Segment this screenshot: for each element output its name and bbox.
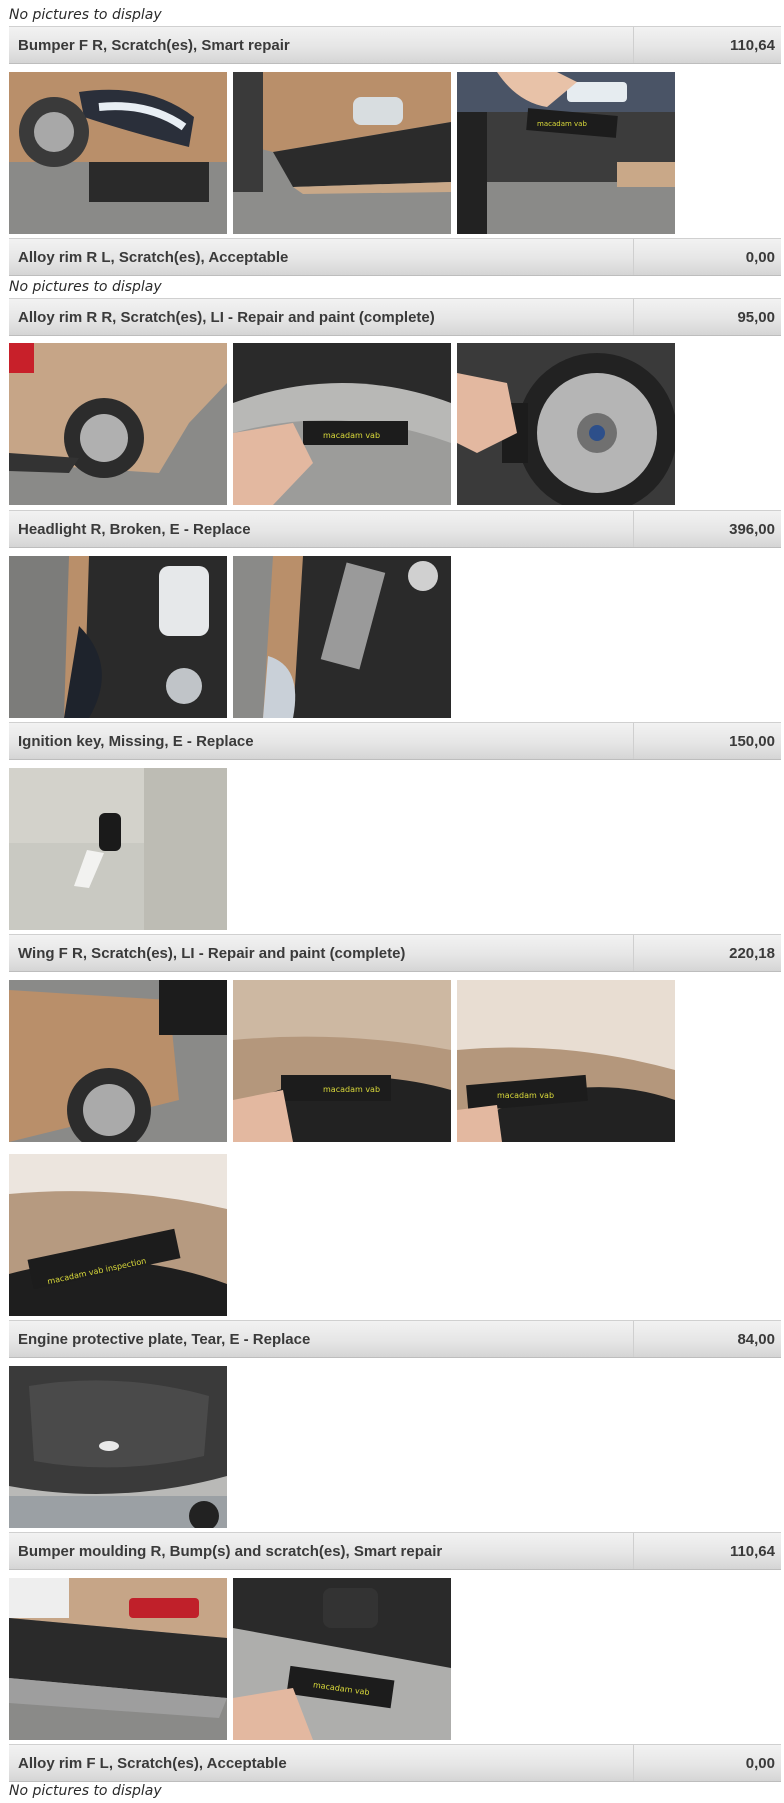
- damage-price: 110,64: [633, 27, 781, 63]
- photo-thumbnail[interactable]: [457, 343, 675, 505]
- damage-description: Ignition key, Missing, E - Replace: [18, 732, 254, 750]
- photo-thumbnail[interactable]: [233, 72, 451, 234]
- damage-row: Bumper moulding R, Bump(s) and scratch(e…: [9, 1532, 781, 1570]
- damage-description: Headlight R, Broken, E - Replace: [18, 520, 251, 538]
- damage-description: Alloy rim R R, Scratch(es), LI - Repair …: [18, 308, 435, 326]
- damage-price: 220,18: [633, 935, 781, 971]
- photo-thumbnail[interactable]: [233, 556, 451, 718]
- damage-row: Alloy rim F L, Scratch(es), Acceptable 0…: [9, 1744, 781, 1782]
- damage-price: 110,64: [633, 1533, 781, 1569]
- damage-row: Bumper F R, Scratch(es), Smart repair 11…: [9, 26, 781, 64]
- damage-row: Ignition key, Missing, E - Replace 150,0…: [9, 722, 781, 760]
- photo-thumbnail[interactable]: macadam vab: [233, 980, 451, 1142]
- no-pictures-note: No pictures to display: [9, 7, 162, 23]
- svg-text:macadam vab: macadam vab: [323, 1085, 380, 1094]
- photo-thumbnail[interactable]: macadam vab: [233, 1578, 451, 1740]
- no-pictures-note: No pictures to display: [9, 279, 162, 295]
- damage-description: Alloy rim F L, Scratch(es), Acceptable: [18, 1754, 287, 1772]
- damage-price: 0,00: [633, 239, 781, 275]
- photo-thumbnail[interactable]: [9, 980, 227, 1142]
- damage-row: Wing F R, Scratch(es), LI - Repair and p…: [9, 934, 781, 972]
- damage-price: 150,00: [633, 723, 781, 759]
- damage-report: No pictures to display Bumper F R, Scrat…: [0, 0, 784, 1803]
- photo-thumbnail[interactable]: macadam vab inspection: [9, 1154, 227, 1316]
- damage-description: Bumper F R, Scratch(es), Smart repair: [18, 36, 290, 54]
- photo-thumbnail[interactable]: macadam vab: [457, 72, 675, 234]
- photo-thumbnail[interactable]: [9, 343, 227, 505]
- photo-thumbnail[interactable]: [9, 768, 227, 930]
- svg-text:macadam vab: macadam vab: [323, 431, 380, 440]
- damage-row: Engine protective plate, Tear, E - Repla…: [9, 1320, 781, 1358]
- damage-price: 396,00: [633, 511, 781, 547]
- photo-thumbnail[interactable]: [9, 1578, 227, 1740]
- svg-text:macadam vab: macadam vab: [497, 1091, 554, 1100]
- damage-row: Alloy rim R R, Scratch(es), LI - Repair …: [9, 298, 781, 336]
- damage-row: Headlight R, Broken, E - Replace 396,00: [9, 510, 781, 548]
- photo-thumbnail[interactable]: [9, 1366, 227, 1528]
- damage-description: Wing F R, Scratch(es), LI - Repair and p…: [18, 944, 406, 962]
- damage-description: Alloy rim R L, Scratch(es), Acceptable: [18, 248, 289, 266]
- photo-thumbnail[interactable]: macadam vab: [233, 343, 451, 505]
- photo-thumbnail[interactable]: [9, 556, 227, 718]
- damage-row: Alloy rim R L, Scratch(es), Acceptable 0…: [9, 238, 781, 276]
- photo-thumbnail[interactable]: [9, 72, 227, 234]
- damage-price: 84,00: [633, 1321, 781, 1357]
- no-pictures-note: No pictures to display: [9, 1783, 162, 1799]
- damage-price: 95,00: [633, 299, 781, 335]
- damage-description: Bumper moulding R, Bump(s) and scratch(e…: [18, 1542, 443, 1560]
- damage-description: Engine protective plate, Tear, E - Repla…: [18, 1330, 311, 1348]
- photo-thumbnail[interactable]: macadam vab: [457, 980, 675, 1142]
- svg-text:macadam vab: macadam vab: [537, 120, 587, 128]
- damage-price: 0,00: [633, 1745, 781, 1781]
